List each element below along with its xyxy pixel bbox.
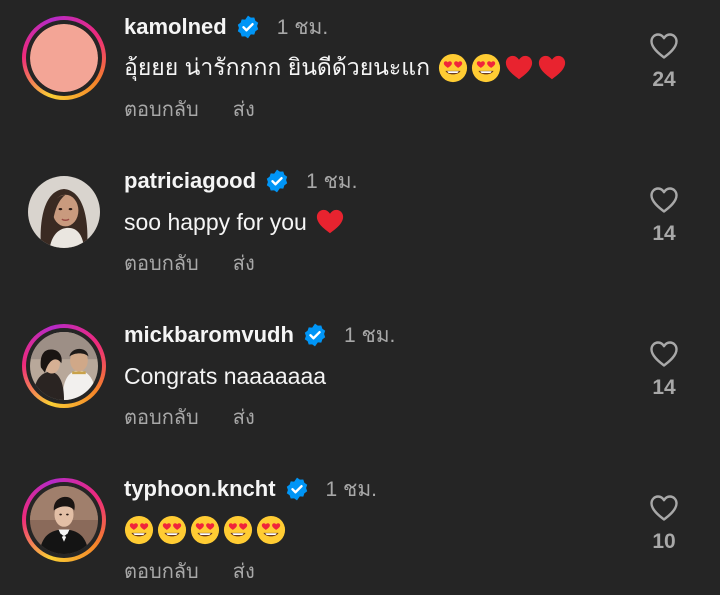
verified-badge-icon [284,476,310,502]
send-button[interactable]: ส่ง [233,93,255,125]
avatar[interactable] [22,324,106,408]
avatar[interactable] [22,16,106,100]
heart-eyes-emoji-icon [124,515,154,545]
send-button[interactable]: ส่ง [233,555,255,587]
comment-time: 1 ชม. [343,323,396,347]
avatar-image [30,486,98,554]
send-button[interactable]: ส่ง [233,401,255,433]
like-count: 24 [652,68,676,91]
red-heart-emoji-icon [504,53,534,83]
comment-item: mickbaromvudh 1 ชม. Congrats naaaaaaa ตอ… [0,320,720,470]
verified-badge-icon [264,168,290,194]
comment-time: 1 ชม. [276,15,329,39]
like-heart-icon[interactable] [648,184,680,216]
heart-eyes-emoji-icon [256,515,286,545]
heart-eyes-emoji-icon [471,53,501,83]
verified-badge-icon [235,14,261,40]
reply-button[interactable]: ตอบกลับ [124,93,199,125]
username[interactable]: mickbaromvudh [124,322,294,348]
red-heart-emoji-icon [537,53,567,83]
reply-button[interactable]: ตอบกลับ [124,247,199,279]
red-heart-emoji-icon [315,207,345,237]
emoji-group [124,515,289,545]
heart-eyes-emoji-icon [190,515,220,545]
comment-item: kamolned 1 ชม. อุ้ยยย น่ารักกกก ยินดีด้ว… [0,12,720,162]
like-count: 14 [652,222,676,245]
avatar[interactable] [22,478,106,562]
verified-badge-icon [302,322,328,348]
comments-list: kamolned 1 ชม. อุ้ยยย น่ารักกกก ยินดีด้ว… [0,0,720,595]
heart-eyes-emoji-icon [157,515,187,545]
comment-time: 1 ชม. [325,477,377,501]
like-heart-icon[interactable] [648,30,680,62]
like-heart-icon[interactable] [648,338,680,370]
avatar-image [30,24,98,92]
comment-item: typhoon.kncht 1 ชม. ตอบกลับ ส่ง 10 [0,474,720,595]
comment-text: อุ้ยยย น่ารักกกก ยินดีด้วยนะแก [124,54,431,80]
emoji-group [438,53,570,83]
username[interactable]: kamolned [124,14,227,40]
comment-time: 1 ชม. [306,169,358,193]
like-count: 10 [652,530,676,553]
reply-button[interactable]: ตอบกลับ [124,401,199,433]
comment-text: Congrats naaaaaaa [124,362,327,389]
reply-button[interactable]: ตอบกลับ [124,555,199,587]
username[interactable]: typhoon.kncht [124,476,276,502]
heart-eyes-emoji-icon [223,515,253,545]
emoji-group [315,207,348,237]
send-button[interactable]: ส่ง [233,247,255,279]
username[interactable]: patriciagood [124,168,256,194]
comment-item: patriciagood 1 ชม. soo happy for you ตอบ… [0,166,720,316]
avatar-image [28,176,100,248]
avatar[interactable] [22,170,106,254]
like-count: 14 [652,376,676,399]
comment-text: soo happy for you [124,208,307,235]
like-heart-icon[interactable] [648,492,680,524]
avatar-image [30,332,98,400]
heart-eyes-emoji-icon [438,53,468,83]
